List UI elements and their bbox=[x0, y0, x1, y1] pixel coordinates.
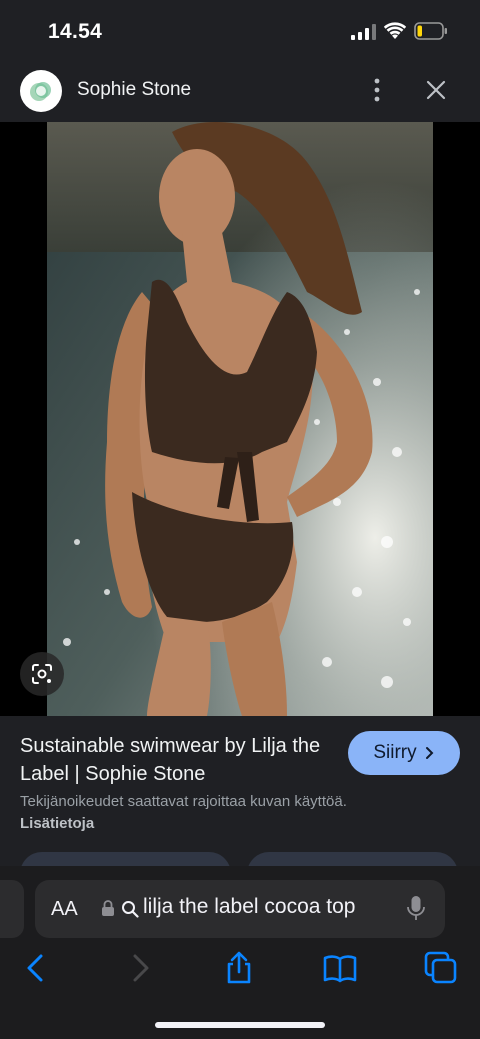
search-icon bbox=[122, 901, 139, 918]
sophie-stone-logo-icon bbox=[30, 82, 51, 101]
result-title[interactable]: Sustainable swimwear by Lilja the Label … bbox=[20, 732, 340, 788]
browser-toolbar: AA lilja the label cocoa top bbox=[0, 866, 480, 1039]
site-name[interactable]: Sophie Stone bbox=[77, 79, 191, 101]
lens-search-button[interactable] bbox=[20, 652, 64, 696]
visit-button-label: Siirry bbox=[373, 742, 417, 763]
image-preview[interactable] bbox=[0, 122, 480, 716]
close-icon[interactable] bbox=[424, 78, 448, 102]
chevron-right-icon bbox=[425, 747, 434, 759]
battery-icon bbox=[414, 22, 447, 40]
page-settings-button[interactable]: AA bbox=[51, 898, 78, 921]
wifi-icon bbox=[384, 22, 406, 39]
previous-tab-preview[interactable] bbox=[0, 880, 24, 938]
address-bar[interactable]: AA lilja the label cocoa top bbox=[35, 880, 445, 938]
microphone-icon[interactable] bbox=[405, 894, 427, 924]
bookmarks-icon[interactable] bbox=[322, 950, 358, 986]
learn-more-link[interactable]: Lisätietoja bbox=[20, 815, 94, 832]
forward-icon[interactable] bbox=[122, 950, 158, 986]
screen: 14.54 Sophie Stone Sustainable swimwear … bbox=[0, 0, 480, 1039]
visit-button[interactable]: Siirry bbox=[348, 731, 460, 775]
more-options-icon[interactable] bbox=[366, 76, 388, 104]
product-photo[interactable] bbox=[47, 122, 433, 716]
status-bar: 14.54 bbox=[0, 0, 480, 64]
back-icon[interactable] bbox=[18, 950, 54, 986]
copyright-notice: Tekijänoikeudet saattavat rajoittaa kuva… bbox=[20, 791, 350, 835]
site-favicon[interactable] bbox=[20, 70, 62, 112]
lock-icon bbox=[102, 900, 114, 916]
url-text[interactable]: lilja the label cocoa top bbox=[143, 895, 385, 919]
cellular-signal-icon bbox=[351, 24, 376, 40]
share-icon[interactable] bbox=[221, 950, 257, 986]
status-time: 14.54 bbox=[48, 20, 103, 43]
copyright-text: Tekijänoikeudet saattavat rajoittaa kuva… bbox=[20, 793, 347, 810]
home-indicator[interactable] bbox=[155, 1022, 325, 1028]
lens-camera-icon bbox=[32, 664, 52, 684]
viewer-header: Sophie Stone bbox=[0, 64, 480, 122]
tabs-icon[interactable] bbox=[423, 950, 459, 986]
